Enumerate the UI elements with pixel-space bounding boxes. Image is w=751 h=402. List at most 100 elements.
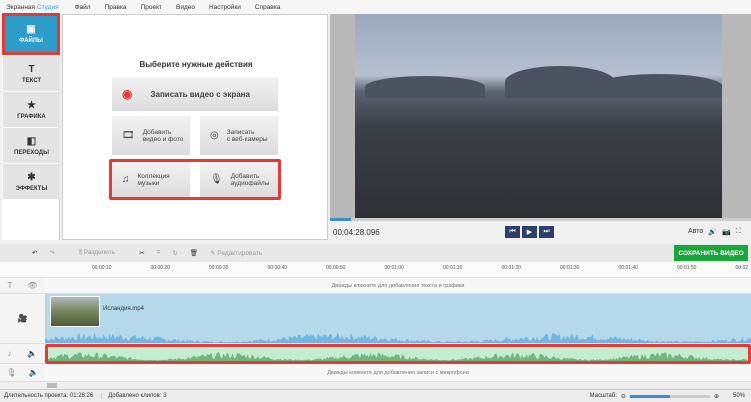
sidebar: ▣ ФАЙЛЫ T ТЕКСТ ★ ГРАФИКА ◧ ПЕРЕХОДЫ ✱ ЭФФЕКТ… [2, 13, 60, 240]
fullscreen-icon[interactable]: ⛶ [736, 228, 741, 236]
highlight-frame [45, 344, 751, 364]
ruler-tick: 00:01:20 [501, 265, 521, 271]
volume-icon[interactable]: 🔈 [29, 368, 39, 377]
eye-icon[interactable]: 👁 [27, 281, 37, 290]
mic-track-header: 🎙 🔈 [0, 364, 45, 382]
ruler-tick: 00:01:40 [618, 265, 638, 271]
menu-project[interactable]: Проект [141, 4, 162, 11]
next-button[interactable]: ⏭ [539, 226, 554, 238]
sidebar-item-label: ТЕКСТ [21, 77, 42, 84]
sidebar-item-label: ГРАФИКА [17, 113, 46, 120]
skip-back-icon: ⏮ [509, 228, 516, 235]
playback-progress[interactable] [330, 218, 751, 221]
menu-help[interactable]: Справка [255, 4, 281, 11]
ruler-tick: 00:01:10 [443, 265, 463, 271]
rotate-icon[interactable]: ↻ [172, 249, 177, 257]
ruler-tick: 00:00:20 [150, 265, 170, 271]
current-time: 00:04:28.096 [333, 228, 380, 237]
clip-name: Исландия.mp4 [103, 306, 144, 312]
sidebar-item-graphics[interactable]: ★ ГРАФИКА [3, 92, 60, 127]
timeline-ruler[interactable]: 00:00:10 00:00:20 00:00:30 00:00:40 00:00:50… [45, 262, 751, 278]
ruler-tick: 00:02 [735, 265, 749, 271]
webcam-icon: ◎ [210, 130, 219, 141]
clip-thumbnail[interactable] [50, 296, 100, 327]
button-label: Добавить видео и фото [142, 128, 184, 143]
video-track-header: 🎥 [0, 294, 45, 344]
prev-button[interactable]: ⏮ [505, 226, 520, 238]
video-camera-icon: 🎥 [17, 314, 28, 323]
sidebar-item-label: ФАЙЛЫ [19, 38, 43, 44]
timeline-toolbar: ↶ ↷ ⫼ Разделить ✂ ⌗ ↻ 🗑 ✎ Редактировать [0, 244, 751, 262]
play-icon: ▶ [526, 229, 533, 236]
volume-icon[interactable]: 🔊 [708, 228, 717, 236]
app-logo: Экранная Студия [6, 3, 59, 11]
video-frame [355, 14, 722, 218]
menu-edit[interactable]: Правка [105, 4, 127, 11]
clips-count: Добавлено клипов: 3 [108, 393, 167, 399]
ruler-tick: 00:01:30 [560, 265, 580, 271]
save-video-button[interactable]: СОХРАНИТЬ ВИДЕО [674, 245, 748, 261]
ruler-tick: 00:01:50 [677, 265, 697, 271]
sidebar-item-effects[interactable]: ✱ ЭФФЕКТЫ [3, 164, 60, 199]
button-label: Записать с веб-камеры [226, 128, 268, 143]
ruler-tick: 00:00:30 [209, 265, 229, 271]
video-audio-waveform [45, 332, 751, 343]
actions-panel: Выберите нужные действия ◉ Записать видео… [62, 14, 328, 240]
music-track-header: ♪ 🔈 [0, 344, 45, 364]
zoom-label: Масштаб: [589, 393, 617, 399]
sidebar-item-transitions[interactable]: ◧ ПЕРЕХОДЫ [3, 128, 60, 163]
player-options: Авто 🔊 📷 ⛶ [688, 228, 741, 236]
split-button[interactable]: ⫼ Разделить [79, 249, 127, 257]
sidebar-item-text[interactable]: T ТЕКСТ [3, 56, 60, 91]
menu-video[interactable]: Видео [176, 4, 195, 11]
status-bar: Длительность проекта: 01:28:26 Добавлено… [0, 389, 751, 402]
text-track[interactable]: Дважды кликните для добавления текста и … [45, 278, 751, 294]
webcam-button[interactable]: ◎ Записать с веб-камеры [200, 116, 278, 155]
image-icon: ▣ [26, 24, 36, 35]
snapshot-icon[interactable]: 📷 [722, 228, 731, 236]
magic-wand-icon: ✱ [27, 171, 36, 183]
cut-icon[interactable]: ✂ [139, 249, 144, 257]
video-track[interactable]: Исландия.mp4 [45, 294, 751, 344]
transitions-icon: ◧ [26, 135, 37, 147]
music-note-icon: ♪ [7, 349, 12, 358]
redo-icon[interactable]: ↷ [49, 249, 54, 257]
music-track[interactable] [45, 344, 751, 364]
star-icon: ★ [27, 99, 36, 111]
play-button[interactable]: ▶ [522, 226, 537, 238]
skip-forward-icon: ⏭ [543, 228, 550, 235]
timeline-scrollbar[interactable] [45, 382, 751, 389]
zoom-value: 50% [732, 393, 745, 399]
panel-title: Выберите нужные действия [139, 60, 253, 69]
ruler-tick: 00:00:40 [267, 265, 287, 271]
ruler-tick: 00:01:00 [384, 265, 404, 271]
text-icon: T [7, 281, 13, 290]
quality-select[interactable]: Авто [688, 228, 703, 236]
sidebar-item-label: ПЕРЕХОДЫ [14, 149, 49, 156]
add-video-button[interactable]: 🎞 Добавить видео и фото [112, 116, 190, 155]
text-track-header: T 👁 [0, 278, 45, 294]
crop-icon[interactable]: ⌗ [157, 249, 161, 257]
sidebar-item-files[interactable]: ▣ ФАЙЛЫ [2, 13, 60, 55]
record-screen-button[interactable]: ◉ Записать видео с экрана [112, 77, 278, 111]
sidebar-item-label: ЭФФЕКТЫ [15, 185, 48, 192]
volume-icon[interactable]: 🔈 [27, 349, 37, 358]
edit-button[interactable]: ✎ Редактировать [210, 249, 274, 257]
menu-bar: Экранная Студия Файл Правка Проект Видео… [0, 0, 751, 14]
highlight-frame [109, 159, 281, 200]
text-icon: T [28, 63, 35, 75]
menu-settings[interactable]: Настройки [209, 4, 241, 11]
ruler-tick: 00:00:50 [326, 265, 346, 271]
film-icon: 🎞 [122, 130, 135, 141]
undo-icon[interactable]: ↶ [32, 249, 37, 257]
mic-track[interactable]: Дважды кликните для добавления записи с … [45, 364, 751, 382]
project-duration: Длительность проекта: 01:28:26 [4, 393, 103, 399]
delete-icon[interactable]: 🗑 [190, 249, 198, 257]
zoom-in-icon[interactable]: ⊕ [714, 393, 719, 400]
ruler-tick: 00:00:10 [92, 265, 112, 271]
zoom-out-icon[interactable]: ⊖ [621, 393, 626, 400]
microphone-icon: 🎙 [6, 368, 17, 377]
record-icon: ◉ [122, 87, 133, 101]
zoom-slider[interactable] [629, 394, 710, 398]
menu-file[interactable]: Файл [75, 4, 91, 11]
